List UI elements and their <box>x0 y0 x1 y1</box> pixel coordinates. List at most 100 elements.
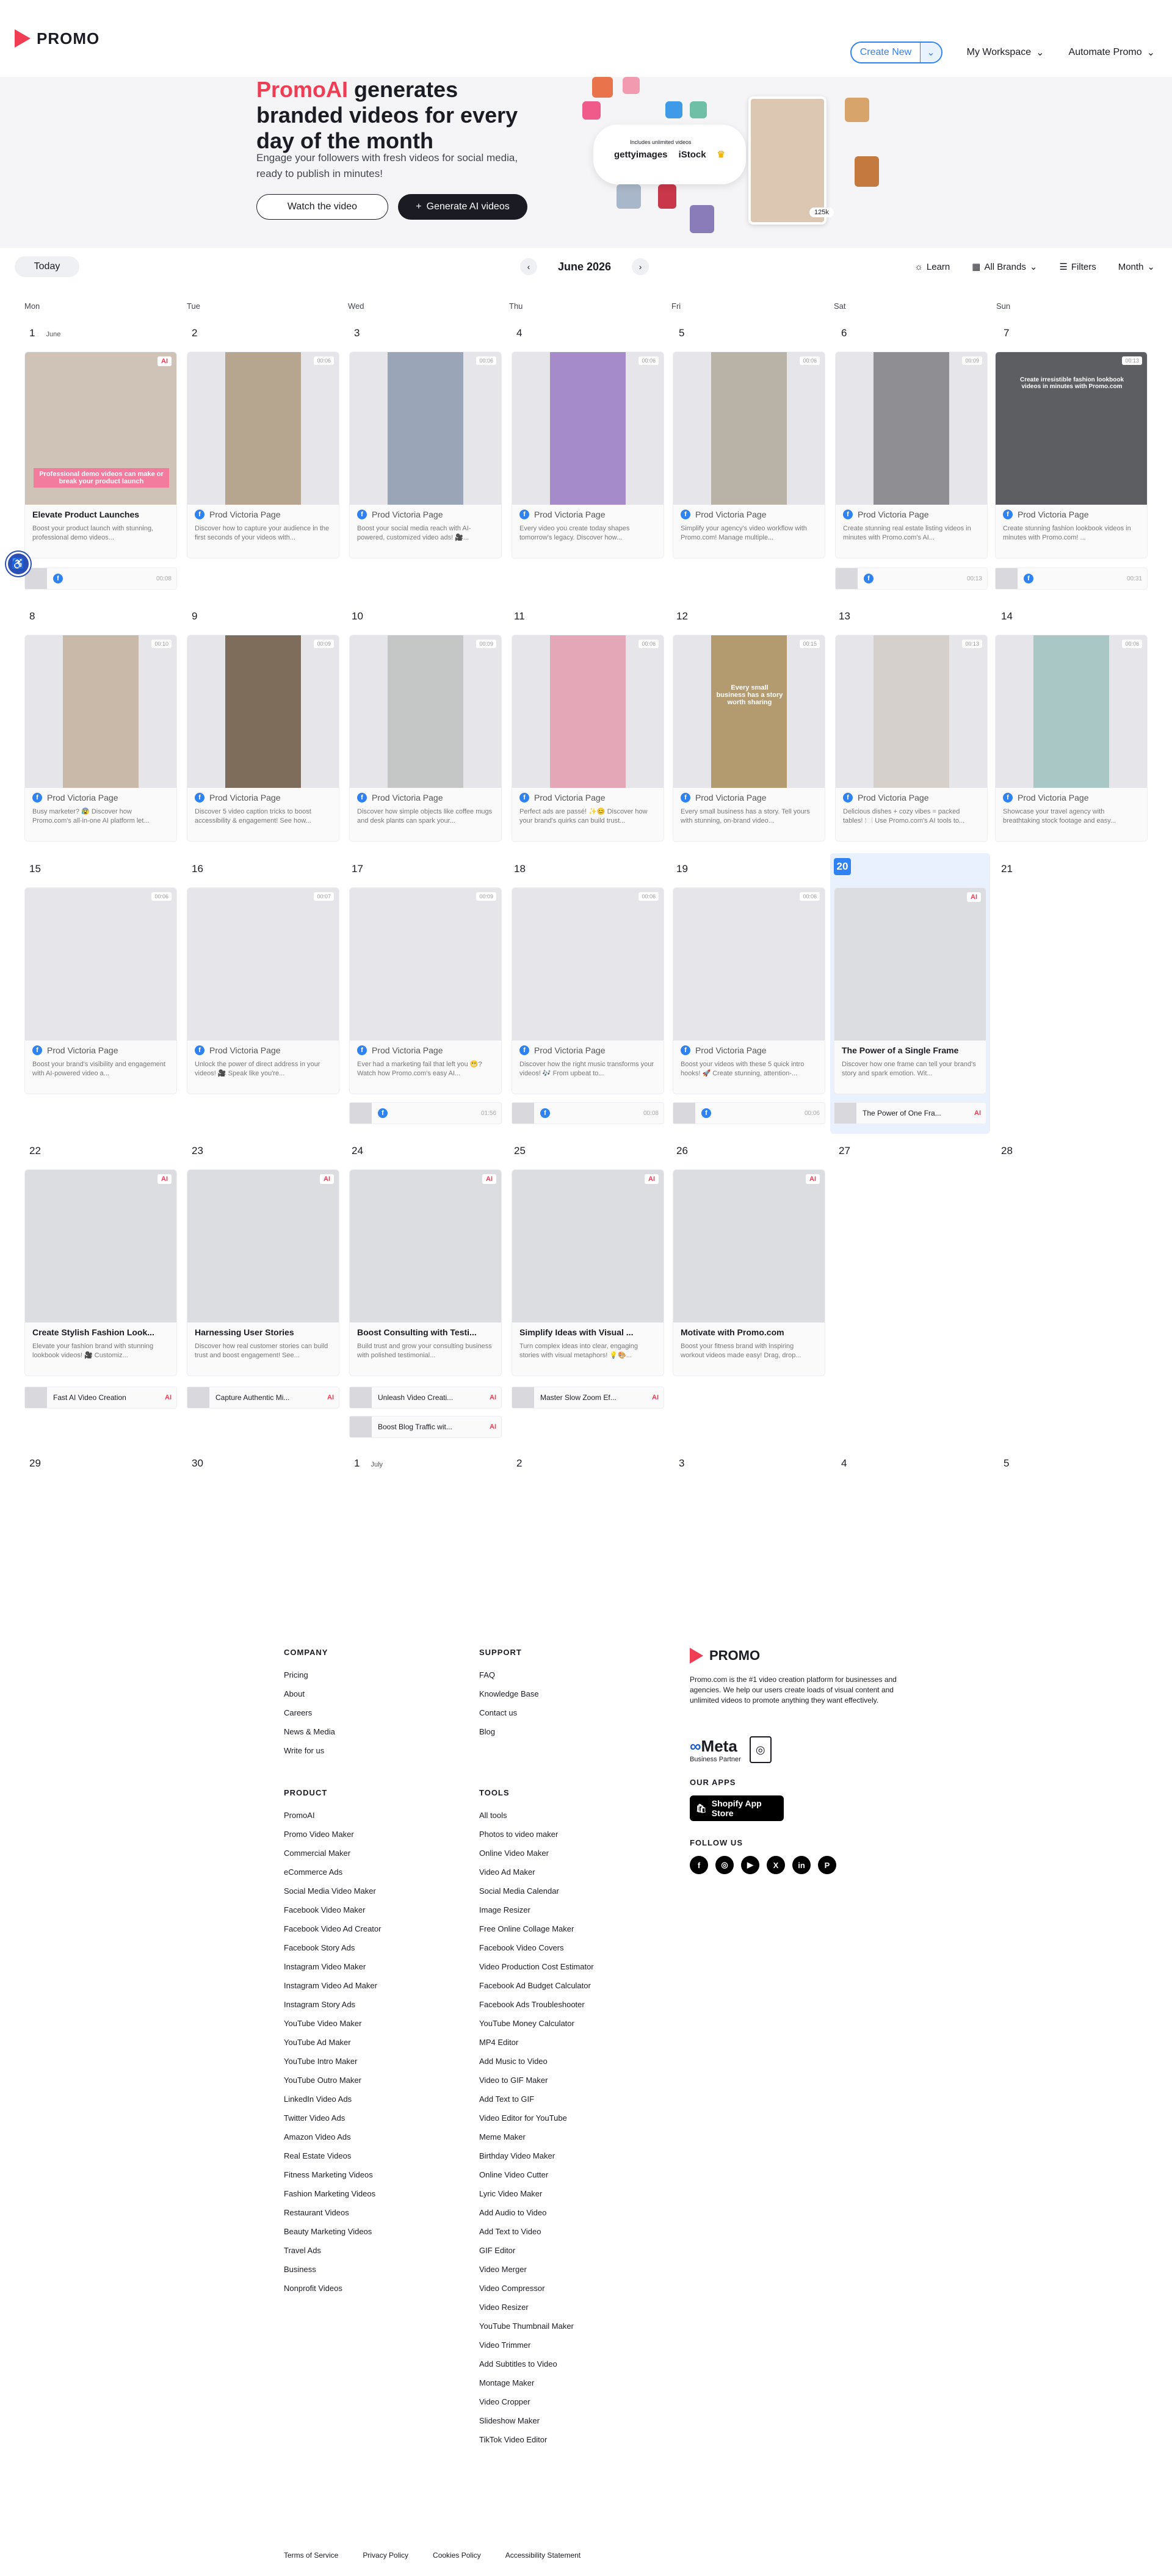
footer-link[interactable]: Amazon Video Ads <box>284 2127 381 2146</box>
footer-link[interactable]: Facebook Video Ad Creator <box>284 1919 381 1938</box>
footer-link[interactable]: Add Text to GIF <box>479 2090 594 2109</box>
footer-link[interactable]: YouTube Intro Maker <box>284 2052 381 2071</box>
post-card[interactable]: 00:09 f Prod Victoria Page Create stunning… <box>835 352 988 558</box>
day-number[interactable]: 5 <box>1004 1457 1009 1470</box>
footer-link[interactable]: All tools <box>479 1806 594 1825</box>
day-number[interactable]: 16 <box>192 863 203 875</box>
footer-link[interactable]: Birthday Video Maker <box>479 2146 594 2165</box>
today-day-number[interactable]: 20 <box>834 858 851 875</box>
footer-link[interactable]: Travel Ads <box>284 2241 381 2260</box>
footer-link[interactable]: Lyric Video Maker <box>479 2184 594 2203</box>
chevron-down-icon[interactable]: ⌄ <box>920 43 941 62</box>
footer-link[interactable]: FAQ <box>479 1665 539 1684</box>
footer-link[interactable]: PromoAI <box>284 1806 381 1825</box>
footer-link[interactable]: Video to GIF Maker <box>479 2071 594 2090</box>
footer-link[interactable]: Meme Maker <box>479 2127 594 2146</box>
day-number[interactable]: 13 <box>839 610 850 622</box>
filters-button[interactable]: ☰ Filters <box>1059 261 1096 273</box>
footer-link[interactable]: GIF Editor <box>479 2241 594 2260</box>
post-card[interactable]: AI The Power of a Single Frame Discover ho… <box>834 887 986 1094</box>
post-card[interactable]: 00:06 f Prod Victoria Page Perfect ads are … <box>512 635 664 842</box>
day-number[interactable]: 7 <box>1004 327 1009 339</box>
footer-link[interactable]: Social Media Calendar <box>479 1881 594 1900</box>
footer-link[interactable]: Restaurant Videos <box>284 2203 381 2222</box>
scheduled-post-row[interactable]: Boost Blog Traffic wit... AI <box>349 1416 502 1438</box>
day-number[interactable]: 28 <box>1001 1145 1013 1157</box>
post-card[interactable]: AI Professional demo videos can make or … <box>24 352 177 558</box>
footer-link[interactable]: Promo Video Maker <box>284 1825 381 1844</box>
post-card[interactable]: 00:06 f Prod Victoria Page Showcase your tr… <box>995 635 1148 842</box>
day-number[interactable]: 29 <box>29 1457 41 1470</box>
footer-link[interactable]: Instagram Video Ad Maker <box>284 1976 381 1995</box>
footer-link[interactable]: Facebook Ad Budget Calculator <box>479 1976 594 1995</box>
accessibility-statement-link[interactable]: Accessibility Statement <box>505 2551 581 2560</box>
today-button[interactable]: Today <box>15 256 79 277</box>
footer-link[interactable]: Careers <box>284 1703 335 1722</box>
footer-link[interactable]: LinkedIn Video Ads <box>284 2090 381 2109</box>
scheduled-post-row[interactable]: f 01:56 <box>349 1102 502 1124</box>
post-card[interactable]: AI Harnessing User Stories Discover how re… <box>187 1169 339 1376</box>
post-card[interactable]: 00:06 f Prod Victoria Page Simplify your a… <box>673 352 825 558</box>
footer-logo[interactable]: PROMO <box>690 1648 897 1664</box>
post-card[interactable]: 00:07 f Prod Victoria Page Unlock the power… <box>187 887 339 1094</box>
footer-link[interactable]: News & Media <box>284 1722 335 1741</box>
day-number[interactable]: 15 <box>29 863 41 875</box>
terms-link[interactable]: Terms of Service <box>284 2551 338 2560</box>
chevron-left-icon[interactable]: ‹ <box>520 258 537 275</box>
my-workspace-menu[interactable]: My Workspace ⌄ <box>967 46 1044 59</box>
day-number[interactable]: 12 <box>676 610 688 622</box>
day-number[interactable]: 22 <box>29 1145 41 1157</box>
scheduled-post-row[interactable]: f 00:08 <box>24 568 177 590</box>
day-number[interactable]: 18 <box>514 863 526 875</box>
day-number[interactable]: 10 <box>352 610 363 622</box>
day-number[interactable]: 1 June <box>29 327 60 339</box>
scheduled-post-row[interactable]: The Power of One Fra... AI <box>834 1102 986 1124</box>
automate-promo-menu[interactable]: Automate Promo ⌄ <box>1069 46 1155 59</box>
footer-link[interactable]: Facebook Video Maker <box>284 1900 381 1919</box>
footer-link[interactable]: YouTube Money Calculator <box>479 2014 594 2033</box>
post-card[interactable]: 00:15 Every small business has a story wo… <box>673 635 825 842</box>
brands-dropdown[interactable]: ▦ All Brands ⌄ <box>972 261 1037 273</box>
day-number[interactable]: 8 <box>29 610 35 622</box>
day-number[interactable]: 3 <box>679 1457 684 1470</box>
linkedin-icon[interactable]: in <box>792 1856 811 1874</box>
footer-link[interactable]: Video Ad Maker <box>479 1863 594 1881</box>
learn-button[interactable]: ☼ Learn <box>914 262 950 272</box>
footer-link[interactable]: Add Subtitles to Video <box>479 2354 594 2373</box>
scheduled-post-row[interactable]: Fast AI Video Creation AI <box>24 1387 177 1409</box>
footer-link[interactable]: Video Compressor <box>479 2279 594 2298</box>
footer-link[interactable]: Commercial Maker <box>284 1844 381 1863</box>
footer-link[interactable]: Facebook Story Ads <box>284 1938 381 1957</box>
footer-link[interactable]: Online Video Maker <box>479 1844 594 1863</box>
day-number[interactable]: 4 <box>841 1457 847 1470</box>
post-card[interactable]: 00:09 f Prod Victoria Page Ever had a marke… <box>349 887 502 1094</box>
day-number[interactable]: 1 July <box>354 1457 383 1470</box>
footer-link[interactable]: Video Production Cost Estimator <box>479 1957 594 1976</box>
chevron-right-icon[interactable]: › <box>632 258 649 275</box>
pinterest-icon[interactable]: P <box>818 1856 836 1874</box>
footer-link[interactable]: Video Resizer <box>479 2298 594 2317</box>
day-number[interactable]: 27 <box>839 1145 850 1157</box>
accessibility-icon[interactable]: ♿ <box>6 552 31 576</box>
footer-link[interactable]: Contact us <box>479 1703 539 1722</box>
post-card[interactable]: 00:13 f Prod Victoria Page Delicious dishes… <box>835 635 988 842</box>
footer-link[interactable]: Knowledge Base <box>479 1684 539 1703</box>
footer-link[interactable]: Free Online Collage Maker <box>479 1919 594 1938</box>
post-card[interactable]: AI Create Stylish Fashion Look... Elevate … <box>24 1169 177 1376</box>
footer-link[interactable]: Facebook Video Covers <box>479 1938 594 1957</box>
footer-link[interactable]: Video Merger <box>479 2260 594 2279</box>
post-card[interactable]: 00:06 f Prod Victoria Page Discover how the… <box>512 887 664 1094</box>
facebook-icon[interactable]: f <box>690 1856 708 1874</box>
day-number[interactable]: 26 <box>676 1145 688 1157</box>
scheduled-post-row[interactable]: f 00:06 <box>673 1102 825 1124</box>
footer-link[interactable]: Facebook Ads Troubleshooter <box>479 1995 594 2014</box>
privacy-link[interactable]: Privacy Policy <box>363 2551 408 2560</box>
shopify-app-store-badge[interactable]: 🛍 Shopify App Store <box>690 1795 784 1821</box>
footer-link[interactable]: Image Resizer <box>479 1900 594 1919</box>
create-new-button[interactable]: Create New ⌄ <box>850 41 942 63</box>
scheduled-post-row[interactable]: Capture Authentic Mi... AI <box>187 1387 339 1409</box>
cookies-link[interactable]: Cookies Policy <box>433 2551 481 2560</box>
generate-ai-videos-button[interactable]: + Generate AI videos <box>398 194 527 220</box>
post-card[interactable]: 00:13 Create irresistible fashion lookboo… <box>995 352 1148 558</box>
scheduled-post-row[interactable]: Unleash Video Creati... AI <box>349 1387 502 1409</box>
